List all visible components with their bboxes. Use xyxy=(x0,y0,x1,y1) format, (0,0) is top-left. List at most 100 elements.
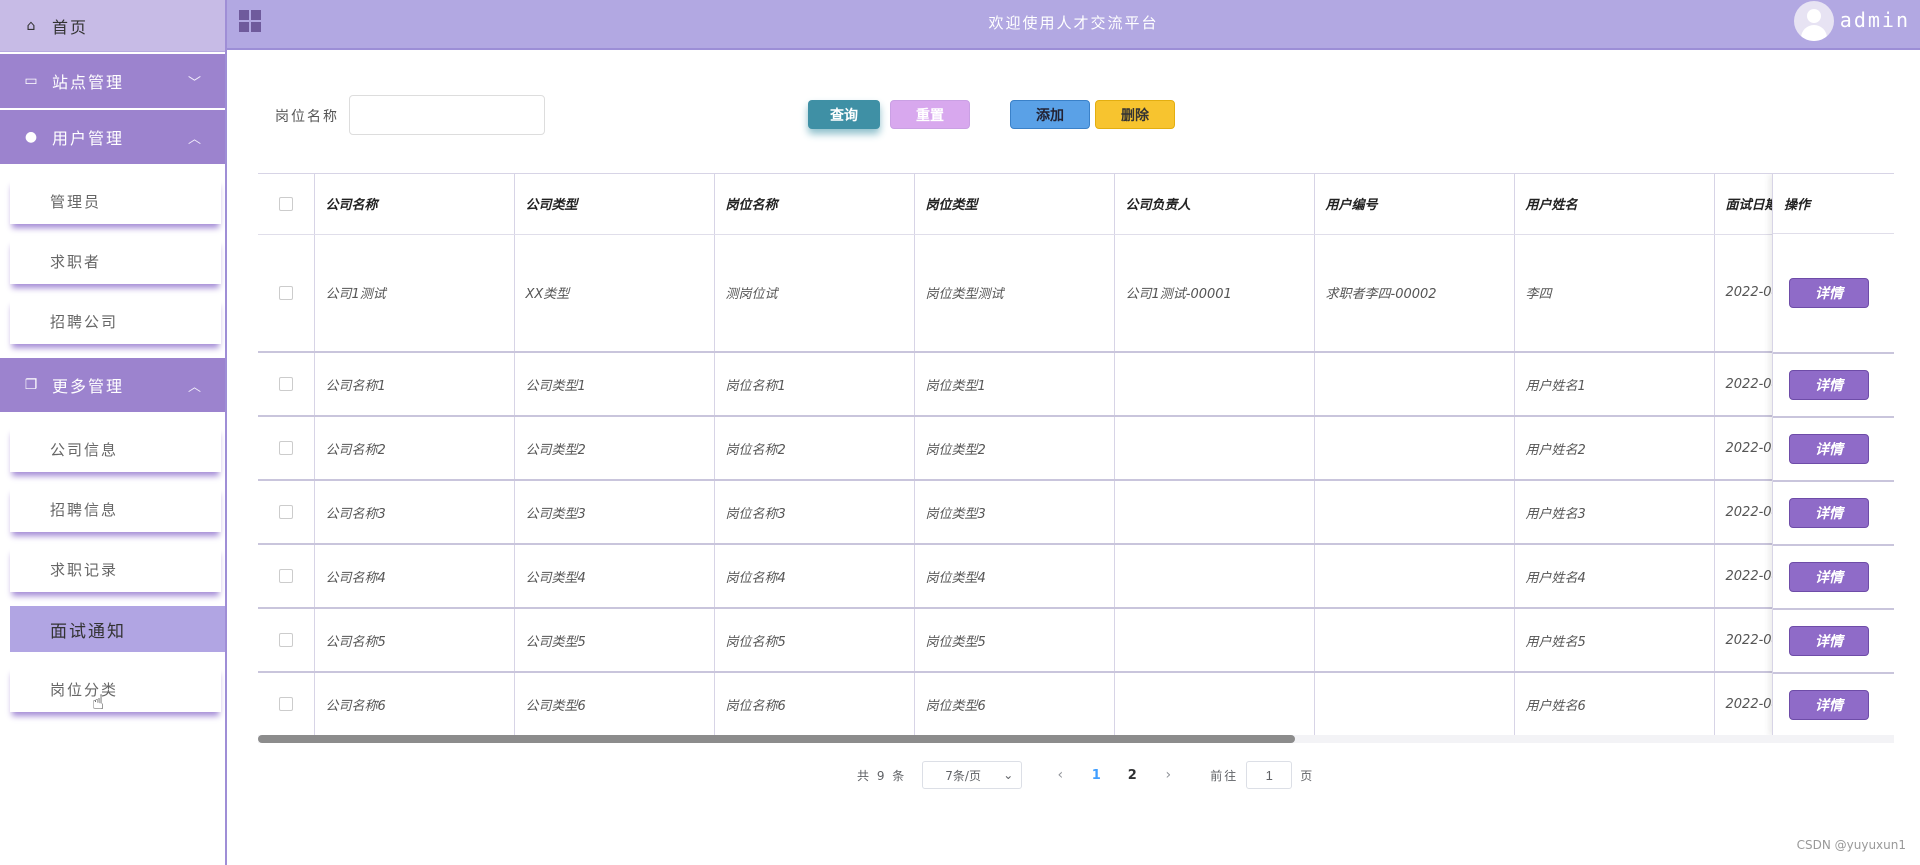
sidebar-item-label: 岗位分类 xyxy=(50,680,119,699)
operations-cell: 详情 xyxy=(1773,674,1894,738)
sidebar-item-label: 首页 xyxy=(52,17,89,37)
table-cell: 岗位类型4 xyxy=(914,544,1115,609)
table-row: 公司名称1 公司类型1 岗位名称1 岗位类型1 用户姓名1 2022-04 xyxy=(258,352,1894,417)
page-size-select[interactable]: 7条/页 ⌄ xyxy=(922,761,1023,789)
prev-page-icon[interactable]: ‹ xyxy=(1042,767,1078,783)
sidebar-item-jobseeker[interactable]: 求职者 xyxy=(10,238,221,284)
sidebar-group-more[interactable]: ❐ 更多管理 ︿ xyxy=(0,358,225,412)
table-cell: 公司类型2 xyxy=(514,416,715,481)
sidebar-group-label: 用户管理 xyxy=(52,129,125,148)
select-all-checkbox[interactable] xyxy=(258,174,315,235)
column-header: 岗位名称 xyxy=(714,174,915,235)
detail-button[interactable]: 详情 xyxy=(1789,434,1869,464)
add-button[interactable]: 添加 xyxy=(1010,100,1090,129)
username[interactable]: admin xyxy=(1840,8,1910,32)
row-checkbox[interactable] xyxy=(258,352,315,417)
table-cell: 用户姓名1 xyxy=(1514,352,1715,417)
table-cell: 求职者李四-00002 xyxy=(1314,234,1515,353)
sidebar-group-label: 站点管理 xyxy=(52,73,125,92)
detail-button[interactable]: 详情 xyxy=(1789,370,1869,400)
table-cell: 公司名称4 xyxy=(314,544,515,609)
column-header: 用户编号 xyxy=(1314,174,1515,235)
table-cell xyxy=(1314,608,1515,673)
goto-page-input[interactable] xyxy=(1246,761,1293,789)
table-cell xyxy=(1314,672,1515,737)
table-cell: 岗位名称1 xyxy=(714,352,915,417)
sidebar-item-home[interactable]: ⌂ 首页 xyxy=(0,0,225,52)
sidebar-item-job-category[interactable]: 岗位分类 xyxy=(10,666,221,712)
sidebar-group-label: 更多管理 xyxy=(52,377,125,396)
table-cell: 用户姓名3 xyxy=(1514,480,1715,545)
welcome-title: 欢迎使用人才交流平台 xyxy=(988,14,1159,32)
sidebar-item-label: 求职者 xyxy=(50,252,102,271)
horizontal-scrollbar-thumb[interactable] xyxy=(258,735,1295,743)
reset-button[interactable]: 重置 xyxy=(890,100,970,129)
chevron-up-icon: ︿ xyxy=(187,379,203,395)
detail-button[interactable]: 详情 xyxy=(1789,278,1869,308)
operations-cell: 详情 xyxy=(1773,234,1894,354)
table-cell xyxy=(1114,480,1315,545)
column-header: 岗位类型 xyxy=(914,174,1115,235)
next-page-icon[interactable]: › xyxy=(1150,767,1186,783)
table-cell: 李四 xyxy=(1514,234,1715,353)
operations-column: 操作 详情 详情 详情 详情 详情 详情 详情 xyxy=(1772,174,1894,738)
query-button[interactable]: 查询 xyxy=(808,100,880,129)
table-cell: 公司类型4 xyxy=(514,544,715,609)
user-icon: ● xyxy=(24,129,40,145)
column-header: 用户姓名 xyxy=(1514,174,1715,235)
page-number[interactable]: 1 xyxy=(1078,768,1114,783)
detail-button[interactable]: 详情 xyxy=(1789,626,1869,656)
detail-button[interactable]: 详情 xyxy=(1789,498,1869,528)
row-checkbox[interactable] xyxy=(258,608,315,673)
detail-button[interactable]: 详情 xyxy=(1789,562,1869,592)
table-cell: 用户姓名5 xyxy=(1514,608,1715,673)
table-cell xyxy=(1114,416,1315,481)
sidebar-item-company-info[interactable]: 公司信息 xyxy=(10,426,221,472)
delete-button[interactable]: 删除 xyxy=(1095,100,1175,129)
table-cell xyxy=(1114,352,1315,417)
row-checkbox[interactable] xyxy=(258,234,315,353)
table-cell: 用户姓名4 xyxy=(1514,544,1715,609)
table-cell: 公司名称3 xyxy=(314,480,515,545)
table-cell: 公司类型5 xyxy=(514,608,715,673)
page-size-value: 7条/页 xyxy=(945,768,981,783)
page-number[interactable]: 2 xyxy=(1114,768,1150,783)
sidebar: ⌂ 首页 ▭ 站点管理 ﹀ ● 用户管理 ︿ 管理员 求职者 招聘公司 ❐ 更多… xyxy=(0,0,227,865)
table-cell: 岗位类型6 xyxy=(914,672,1115,737)
sidebar-group-site[interactable]: ▭ 站点管理 ﹀ xyxy=(0,54,225,108)
table-cell: 公司名称1 xyxy=(314,352,515,417)
sidebar-item-interview-notice[interactable]: 面试通知 xyxy=(10,606,225,652)
sidebar-item-recruit-info[interactable]: 招聘信息 xyxy=(10,486,221,532)
search-input[interactable] xyxy=(349,95,545,135)
table-cell xyxy=(1314,544,1515,609)
pagination-total: 共 9 条 xyxy=(857,768,907,783)
sidebar-item-job-records[interactable]: 求职记录 xyxy=(10,546,221,592)
table-cell: 岗位类型测试 xyxy=(914,234,1115,353)
table-cell: 公司类型6 xyxy=(514,672,715,737)
column-header: 操作 xyxy=(1773,174,1894,234)
table-cell: 岗位名称4 xyxy=(714,544,915,609)
copy-icon: ❐ xyxy=(24,377,40,393)
detail-button[interactable]: 详情 xyxy=(1789,690,1869,720)
table-cell: 岗位名称5 xyxy=(714,608,915,673)
chevron-up-icon: ︿ xyxy=(187,131,203,147)
operations-cell: 详情 xyxy=(1773,418,1894,482)
table-cell: 岗位类型1 xyxy=(914,352,1115,417)
sidebar-item-label: 公司信息 xyxy=(50,440,119,459)
row-checkbox[interactable] xyxy=(258,672,315,737)
sidebar-group-users[interactable]: ● 用户管理 ︿ xyxy=(0,110,225,164)
hand-cursor-icon: ☝ xyxy=(92,690,105,714)
row-checkbox[interactable] xyxy=(258,416,315,481)
row-checkbox[interactable] xyxy=(258,544,315,609)
search-label: 岗位名称 xyxy=(275,109,339,125)
table-row: 公司1测试 XX类型 测岗位试 岗位类型测试 公司1测试-00001 求职者李四… xyxy=(258,234,1894,353)
sidebar-item-company[interactable]: 招聘公司 xyxy=(10,298,221,344)
table-cell: 岗位类型3 xyxy=(914,480,1115,545)
table-cell xyxy=(1114,544,1315,609)
avatar[interactable] xyxy=(1794,1,1834,41)
table-cell: 用户姓名2 xyxy=(1514,416,1715,481)
home-icon: ⌂ xyxy=(26,17,38,34)
sidebar-item-admin[interactable]: 管理员 xyxy=(10,178,221,224)
operations-cell: 详情 xyxy=(1773,610,1894,674)
row-checkbox[interactable] xyxy=(258,480,315,545)
